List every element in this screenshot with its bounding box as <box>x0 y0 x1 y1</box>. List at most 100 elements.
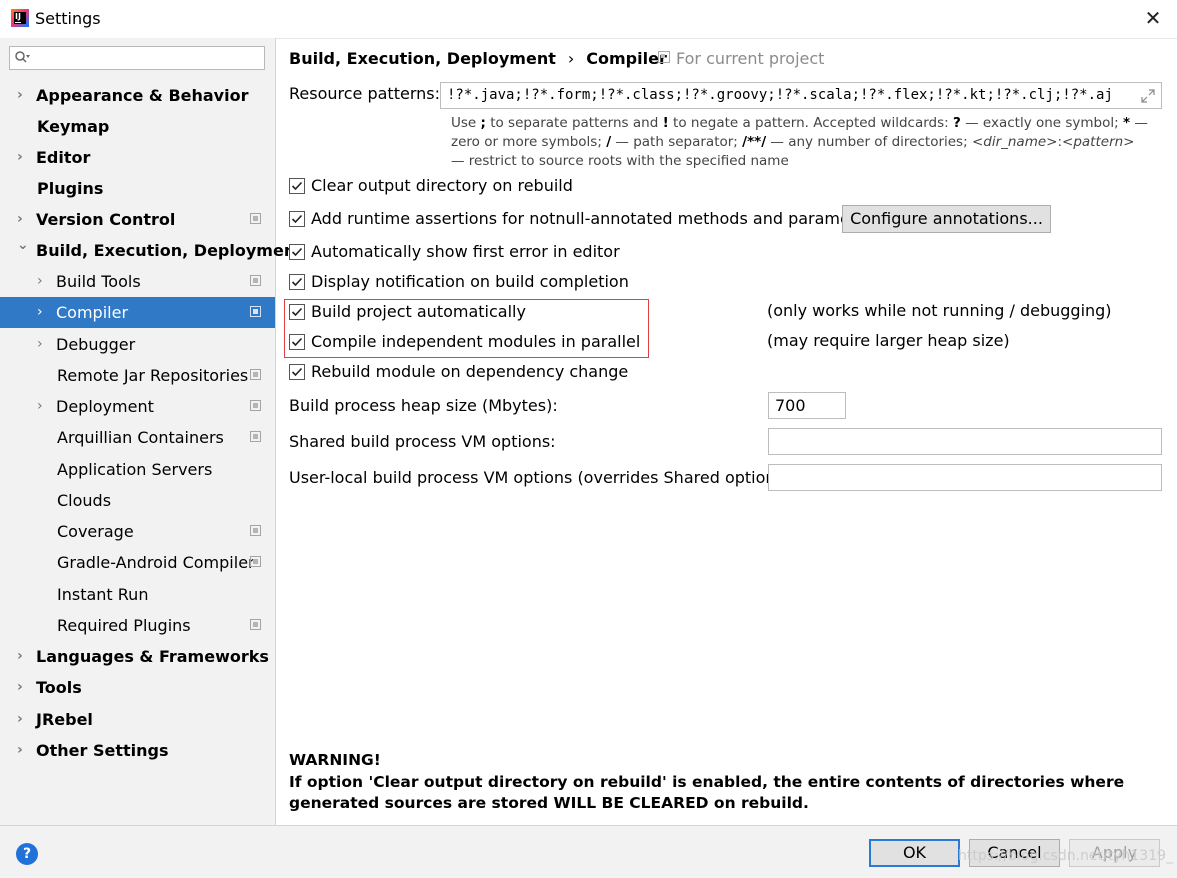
project-scope-icon <box>250 369 261 380</box>
chevron-right-icon[interactable]: › <box>17 704 23 735</box>
heap-size-value: 700 <box>775 396 806 415</box>
project-scope-icon <box>250 556 261 567</box>
title-bar: IJ Settings ✕ <box>0 0 1177 39</box>
sidebar-item-label: Compiler <box>56 303 129 322</box>
sidebar-item-deployment[interactable]: › Deployment <box>0 391 275 422</box>
expand-icon[interactable] <box>1140 88 1156 104</box>
search-input[interactable] <box>9 46 265 70</box>
chevron-right-icon[interactable]: › <box>17 672 23 703</box>
sidebar-item-instant-run[interactable]: Instant Run <box>0 579 275 610</box>
heap-size-field[interactable]: 700 <box>768 392 846 419</box>
checkbox-icon[interactable] <box>289 364 305 380</box>
sidebar-item-other-settings[interactable]: › Other Settings <box>0 735 275 766</box>
user-vm-options-field[interactable] <box>768 464 1162 491</box>
chevron-right-icon[interactable]: › <box>17 641 23 672</box>
resource-patterns-label: Resource patterns: <box>289 84 440 103</box>
project-scope-icon <box>250 431 261 442</box>
project-scope-text: For current project <box>676 49 825 68</box>
shared-vm-options-label: Shared build process VM options: <box>289 432 556 451</box>
sidebar-item-build-execution-deployment[interactable]: ⌄ Build, Execution, Deployment <box>0 235 303 266</box>
ok-button[interactable]: OK <box>869 839 960 867</box>
sidebar-item-label: Editor <box>36 148 91 167</box>
warning-text: If option 'Clear output directory on reb… <box>289 773 1125 812</box>
sidebar-item-coverage[interactable]: Coverage <box>0 516 275 547</box>
apply-button[interactable]: Apply <box>1069 839 1160 867</box>
sidebar-item-plugins[interactable]: Plugins <box>0 173 275 204</box>
parallel-note: (may require larger heap size) <box>767 331 1010 350</box>
shared-vm-options-field[interactable] <box>768 428 1162 455</box>
chevron-right-icon[interactable]: › <box>17 735 23 766</box>
checkbox-icon[interactable] <box>289 244 305 260</box>
sidebar-item-label: Plugins <box>37 179 104 198</box>
user-vm-options-label: User-local build process VM options (ove… <box>289 468 796 487</box>
window-title: Settings <box>35 9 101 28</box>
sidebar-item-compiler[interactable]: › Compiler <box>0 297 275 328</box>
checkbox-icon[interactable] <box>289 274 305 290</box>
checkbox-label: Add runtime assertions for notnull-annot… <box>311 209 881 228</box>
project-scope-icon <box>250 619 261 630</box>
project-scope-label: For current project <box>658 49 824 68</box>
sidebar-item-label: Clouds <box>57 491 112 510</box>
sidebar-item-remote-jar-repositories[interactable]: Remote Jar Repositories <box>0 360 275 391</box>
sidebar-item-label: Coverage <box>57 522 134 541</box>
cancel-button[interactable]: Cancel <box>969 839 1060 867</box>
sidebar-item-gradle-android-compiler[interactable]: Gradle-Android Compiler <box>0 547 275 578</box>
sidebar-item-appearance-behavior[interactable]: › Appearance & Behavior <box>0 80 275 111</box>
sidebar-item-label: JRebel <box>36 710 93 729</box>
configure-annotations-button[interactable]: Configure annotations... <box>842 205 1051 233</box>
sidebar-item-label: Appearance & Behavior <box>36 86 249 105</box>
sidebar-item-build-tools[interactable]: › Build Tools <box>0 266 275 297</box>
checkbox-icon[interactable] <box>289 211 305 227</box>
resource-patterns-hint: Use ; to separate patterns and ! to nega… <box>451 115 1148 169</box>
sidebar-item-label: Deployment <box>56 397 154 416</box>
checkbox-label: Compile independent modules in parallel <box>311 332 641 351</box>
sidebar-item-editor[interactable]: › Editor <box>0 142 275 173</box>
sidebar-item-keymap[interactable]: Keymap <box>0 111 275 142</box>
chevron-right-icon[interactable]: › <box>17 142 23 173</box>
chevron-right-icon[interactable]: › <box>37 329 43 360</box>
help-icon[interactable]: ? <box>16 843 38 865</box>
dialog-footer: ? OK Cancel Apply https://blog.csdn.net/… <box>0 825 1177 878</box>
sidebar-item-languages-frameworks[interactable]: › Languages & Frameworks <box>0 641 275 672</box>
breadcrumb-parent: Build, Execution, Deployment <box>289 49 556 68</box>
project-scope-icon <box>250 213 261 224</box>
close-button[interactable]: ✕ <box>1141 6 1165 30</box>
chevron-down-icon[interactable]: ⌄ <box>17 230 29 261</box>
sidebar-item-label: Other Settings <box>36 741 169 760</box>
checkbox-label: Rebuild module on dependency change <box>311 362 629 381</box>
chevron-right-icon[interactable]: › <box>17 80 23 111</box>
project-scope-icon <box>250 275 261 286</box>
sidebar-item-tools[interactable]: › Tools <box>0 672 275 703</box>
checkbox-icon[interactable] <box>289 334 305 350</box>
compiler-settings-panel: Build, Execution, Deployment › Compiler Fo… <box>276 38 1177 825</box>
project-scope-icon <box>250 525 261 536</box>
sidebar-item-arquillian-containers[interactable]: Arquillian Containers <box>0 422 275 453</box>
sidebar-item-label: Build, Execution, Deployment <box>36 241 303 260</box>
sidebar-item-clouds[interactable]: Clouds <box>0 485 275 516</box>
checkbox-label: Clear output directory on rebuild <box>311 176 573 195</box>
sidebar-item-jrebel[interactable]: › JRebel <box>0 704 275 735</box>
sidebar-item-label: Keymap <box>37 117 110 136</box>
checkbox-label: Automatically show first error in editor <box>311 242 620 261</box>
sidebar-item-label: Application Servers <box>57 460 213 479</box>
resource-patterns-field[interactable]: !?*.java;!?*.form;!?*.class;!?*.groovy;!… <box>440 82 1162 109</box>
sidebar-item-required-plugins[interactable]: Required Plugins <box>0 610 275 641</box>
chevron-right-icon[interactable]: › <box>37 297 43 328</box>
checkbox-label: Display notification on build completion <box>311 272 629 291</box>
sidebar-item-label: Remote Jar Repositories <box>57 366 249 385</box>
breadcrumb: Build, Execution, Deployment › Compiler <box>289 49 667 68</box>
sidebar-item-label: Gradle-Android Compiler <box>57 553 255 572</box>
project-scope-icon <box>658 51 670 63</box>
chevron-right-icon[interactable]: › <box>37 266 43 297</box>
sidebar-item-label: Tools <box>36 678 82 697</box>
sidebar-item-label: Required Plugins <box>57 616 191 635</box>
sidebar-item-version-control[interactable]: › Version Control <box>0 204 275 235</box>
warning-title: WARNING! <box>289 751 381 769</box>
sidebar-item-debugger[interactable]: › Debugger <box>0 329 275 360</box>
sidebar-item-application-servers[interactable]: Application Servers <box>0 454 275 485</box>
chevron-right-icon[interactable]: › <box>37 391 43 422</box>
checkbox-icon[interactable] <box>289 304 305 320</box>
sidebar-item-label: Debugger <box>56 335 136 354</box>
project-scope-icon <box>250 400 261 411</box>
checkbox-icon[interactable] <box>289 178 305 194</box>
